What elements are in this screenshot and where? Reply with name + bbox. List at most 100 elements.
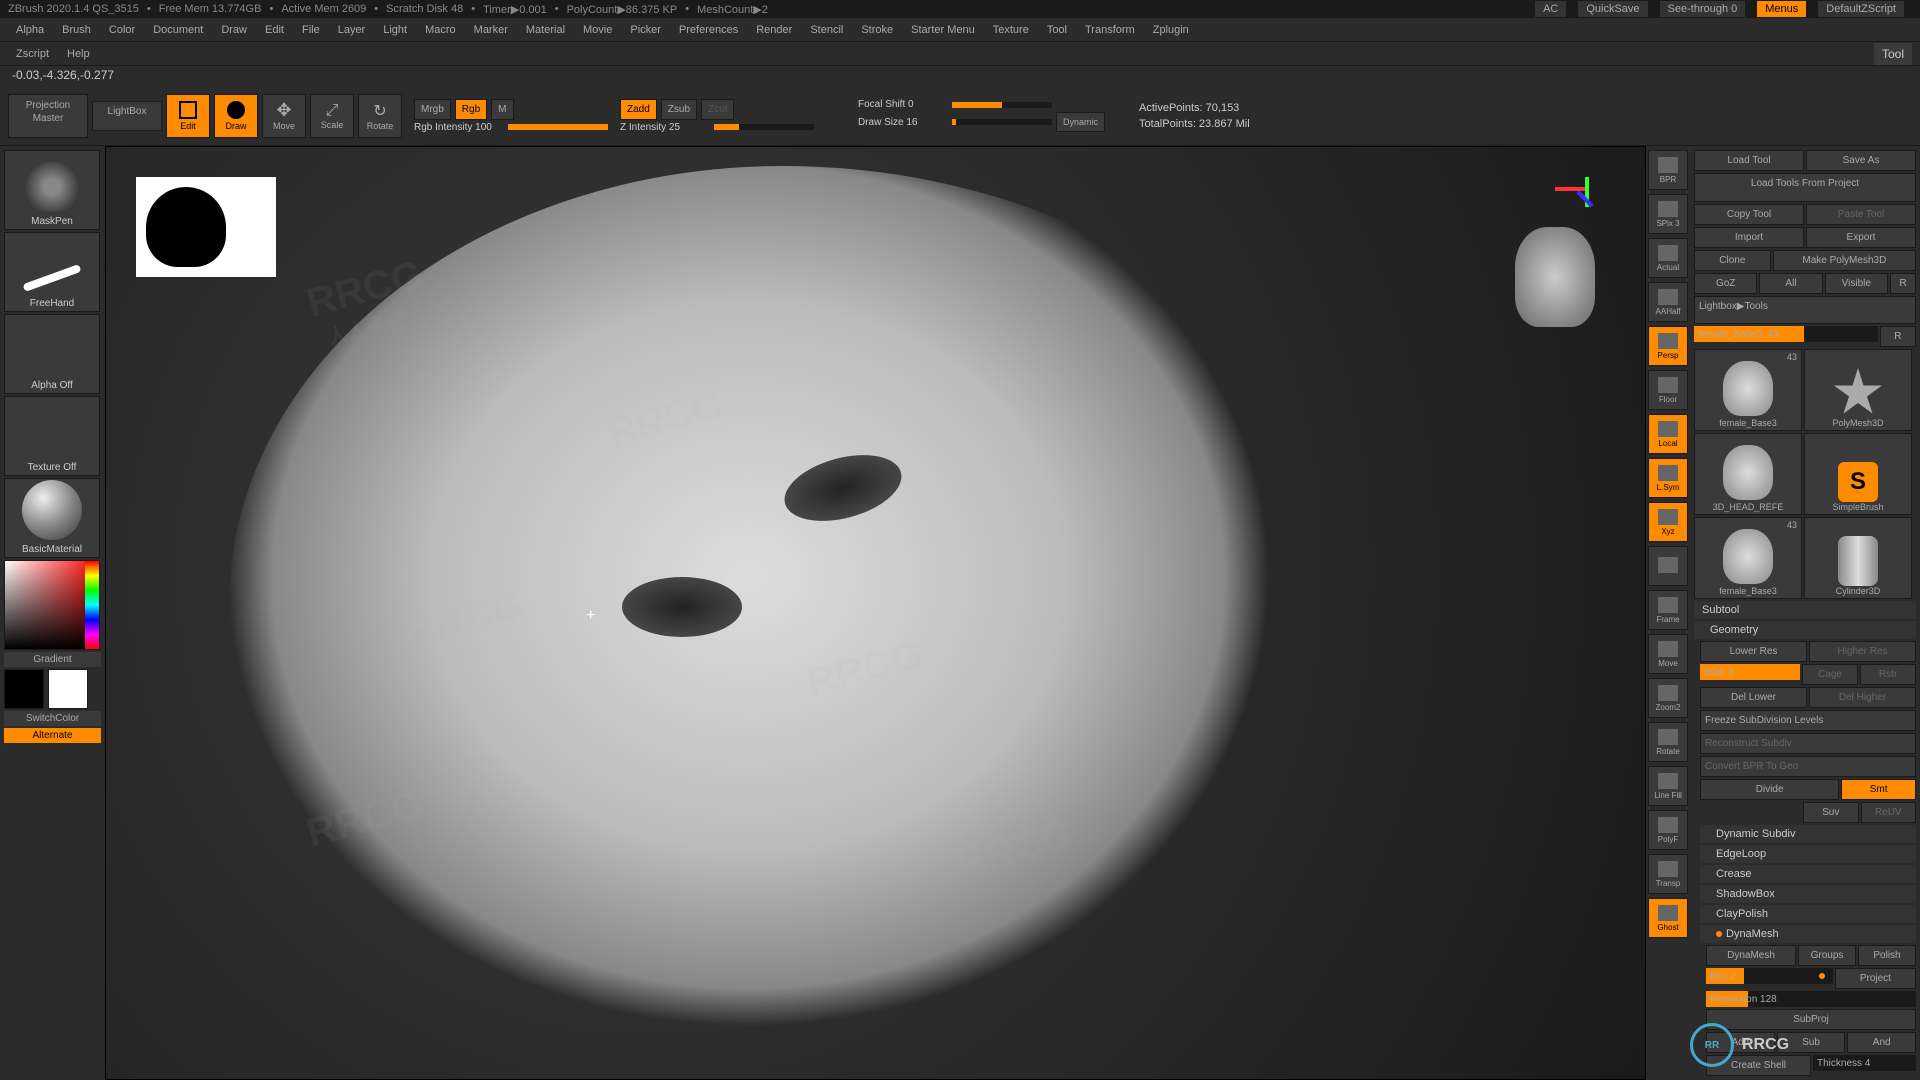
alternate-button[interactable]: Alternate bbox=[4, 728, 101, 743]
tool-thumb-female_base3[interactable]: 43female_Base3 bbox=[1694, 517, 1802, 599]
reuv-button[interactable]: ReUV bbox=[1861, 802, 1917, 823]
menu-zplugin[interactable]: Zplugin bbox=[1145, 20, 1197, 40]
edit-mode-button[interactable]: Edit bbox=[166, 94, 210, 138]
zcut-button[interactable]: Zcut bbox=[701, 99, 734, 120]
mrgb-button[interactable]: Mrgb bbox=[414, 99, 451, 120]
see-through-button[interactable]: See-through 0 bbox=[1660, 1, 1746, 17]
menu-document[interactable]: Document bbox=[145, 20, 211, 40]
m-button[interactable]: M bbox=[491, 99, 513, 120]
menu-color[interactable]: Color bbox=[101, 20, 143, 40]
menu-stencil[interactable]: Stencil bbox=[802, 20, 851, 40]
paste-tool-button[interactable]: Paste Tool bbox=[1806, 204, 1916, 225]
tool-thumb-simplebrush[interactable]: SSimpleBrush bbox=[1804, 433, 1912, 515]
tool-panel-header[interactable]: Tool bbox=[1874, 43, 1912, 65]
side-rotate-button[interactable]: Rotate bbox=[1648, 722, 1688, 762]
smt-button[interactable]: Smt bbox=[1841, 779, 1916, 800]
side-ghost-button[interactable]: Ghost bbox=[1648, 898, 1688, 938]
menu-preferences[interactable]: Preferences bbox=[671, 20, 746, 40]
menu-brush[interactable]: Brush bbox=[54, 20, 99, 40]
import-button[interactable]: Import bbox=[1694, 227, 1804, 248]
menu-render[interactable]: Render bbox=[748, 20, 800, 40]
texture-selector[interactable]: Texture Off bbox=[4, 396, 100, 476]
rgb-intensity-slider[interactable] bbox=[508, 124, 608, 130]
secondary-color-swatch[interactable] bbox=[4, 669, 44, 709]
side-zoom2-button[interactable]: Zoom2 bbox=[1648, 678, 1688, 718]
goz-r-button[interactable]: R bbox=[1890, 273, 1916, 294]
project-button[interactable]: Project bbox=[1835, 968, 1916, 989]
clone-button[interactable]: Clone bbox=[1694, 250, 1771, 271]
move-mode-button[interactable]: ✥Move bbox=[262, 94, 306, 138]
tool-thumb-3d_head_refe[interactable]: 3D_HEAD_REFE bbox=[1694, 433, 1802, 515]
focal-shift-slider[interactable] bbox=[952, 102, 1052, 108]
side-transp-button[interactable]: Transp bbox=[1648, 854, 1688, 894]
reference-thumbnail[interactable] bbox=[136, 177, 276, 277]
subtool-section[interactable]: Subtool bbox=[1694, 601, 1916, 619]
resolution-slider[interactable]: Resolution 128 bbox=[1706, 991, 1916, 1007]
brush-selector[interactable]: MaskPen bbox=[4, 150, 100, 230]
side-persp-button[interactable]: Persp bbox=[1648, 326, 1688, 366]
del-lower-button[interactable]: Del Lower bbox=[1700, 687, 1807, 708]
menu-alpha[interactable]: Alpha bbox=[8, 20, 52, 40]
draw-mode-button[interactable]: Draw bbox=[214, 94, 258, 138]
menu-starter-menu[interactable]: Starter Menu bbox=[903, 20, 983, 40]
side-frame-button[interactable]: Frame bbox=[1648, 590, 1688, 630]
del-higher-button[interactable]: Del Higher bbox=[1809, 687, 1916, 708]
rgb-button[interactable]: Rgb bbox=[455, 99, 487, 120]
viewport[interactable]: + RRCG RRCG RRCG RRCG RRCG RRCG 人人素材 bbox=[105, 146, 1646, 1080]
quicksave-button[interactable]: QuickSave bbox=[1578, 1, 1647, 17]
stroke-selector[interactable]: FreeHand bbox=[4, 232, 100, 312]
zsub-button[interactable]: Zsub bbox=[661, 99, 697, 120]
sdiv-slider[interactable]: SDiv 3 bbox=[1700, 664, 1800, 680]
save-as-button[interactable]: Save As bbox=[1806, 150, 1916, 171]
side-xyz-button[interactable]: Xyz bbox=[1648, 502, 1688, 542]
menu-transform[interactable]: Transform bbox=[1077, 20, 1143, 40]
menu-macro[interactable]: Macro bbox=[417, 20, 464, 40]
dynamesh-button[interactable]: DynaMesh bbox=[1706, 945, 1796, 966]
make-polymesh-button[interactable]: Make PolyMesh3D bbox=[1773, 250, 1916, 271]
menu-help[interactable]: Help bbox=[59, 44, 98, 64]
menu-file[interactable]: File bbox=[294, 20, 328, 40]
primary-color-swatch[interactable] bbox=[48, 669, 88, 709]
default-zscript-button[interactable]: DefaultZScript bbox=[1818, 1, 1904, 17]
goz-button[interactable]: GoZ bbox=[1694, 273, 1757, 294]
menu-layer[interactable]: Layer bbox=[330, 20, 374, 40]
suv-button[interactable]: Suv bbox=[1803, 802, 1859, 823]
side-line-fill-button[interactable]: Line Fill bbox=[1648, 766, 1688, 806]
dynamic-subdiv-section[interactable]: Dynamic Subdiv bbox=[1700, 825, 1916, 843]
cage-button[interactable]: Cage bbox=[1802, 664, 1858, 685]
menu-stroke[interactable]: Stroke bbox=[853, 20, 901, 40]
side-l-sym-button[interactable]: L.Sym bbox=[1648, 458, 1688, 498]
goz-visible-button[interactable]: Visible bbox=[1825, 273, 1888, 294]
freeze-subd-button[interactable]: Freeze SubDivision Levels bbox=[1700, 710, 1916, 731]
blur-slider[interactable]: Blur 2 bbox=[1706, 968, 1833, 984]
claypolish-section[interactable]: ClayPolish bbox=[1700, 905, 1916, 923]
shadowbox-section[interactable]: ShadowBox bbox=[1700, 885, 1916, 903]
tool-thumb-female_base3[interactable]: 43female_Base3 bbox=[1694, 349, 1802, 431]
dynamesh-section[interactable]: DynaMesh bbox=[1700, 925, 1916, 943]
dynamic-button[interactable]: Dynamic bbox=[1056, 112, 1105, 132]
side-actual-button[interactable]: Actual bbox=[1648, 238, 1688, 278]
edgeloop-section[interactable]: EdgeLoop bbox=[1700, 845, 1916, 863]
side-local-button[interactable]: Local bbox=[1648, 414, 1688, 454]
menus-button[interactable]: Menus bbox=[1757, 1, 1806, 17]
convert-bpr-button[interactable]: Convert BPR To Geo bbox=[1700, 756, 1916, 777]
side-floor-button[interactable]: Floor bbox=[1648, 370, 1688, 410]
menu-draw[interactable]: Draw bbox=[213, 20, 255, 40]
menu-material[interactable]: Material bbox=[518, 20, 573, 40]
export-button[interactable]: Export bbox=[1806, 227, 1916, 248]
side-move-button[interactable]: Move bbox=[1648, 634, 1688, 674]
side-polyf-button[interactable]: PolyF bbox=[1648, 810, 1688, 850]
head-orientation-gizmo[interactable] bbox=[1515, 227, 1595, 327]
hue-strip[interactable] bbox=[85, 561, 99, 649]
side-blank-button[interactable] bbox=[1648, 546, 1688, 586]
menu-edit[interactable]: Edit bbox=[257, 20, 292, 40]
menu-movie[interactable]: Movie bbox=[575, 20, 620, 40]
menu-texture[interactable]: Texture bbox=[985, 20, 1037, 40]
goz-all-button[interactable]: All bbox=[1759, 273, 1822, 294]
z-intensity-slider[interactable] bbox=[714, 124, 814, 130]
side-spix-3-button[interactable]: SPix 3 bbox=[1648, 194, 1688, 234]
tool-thumb-polymesh3d[interactable]: PolyMesh3D bbox=[1804, 349, 1912, 431]
scale-mode-button[interactable]: ⤢Scale bbox=[310, 94, 354, 138]
crease-section[interactable]: Crease bbox=[1700, 865, 1916, 883]
lower-res-button[interactable]: Lower Res bbox=[1700, 641, 1807, 662]
